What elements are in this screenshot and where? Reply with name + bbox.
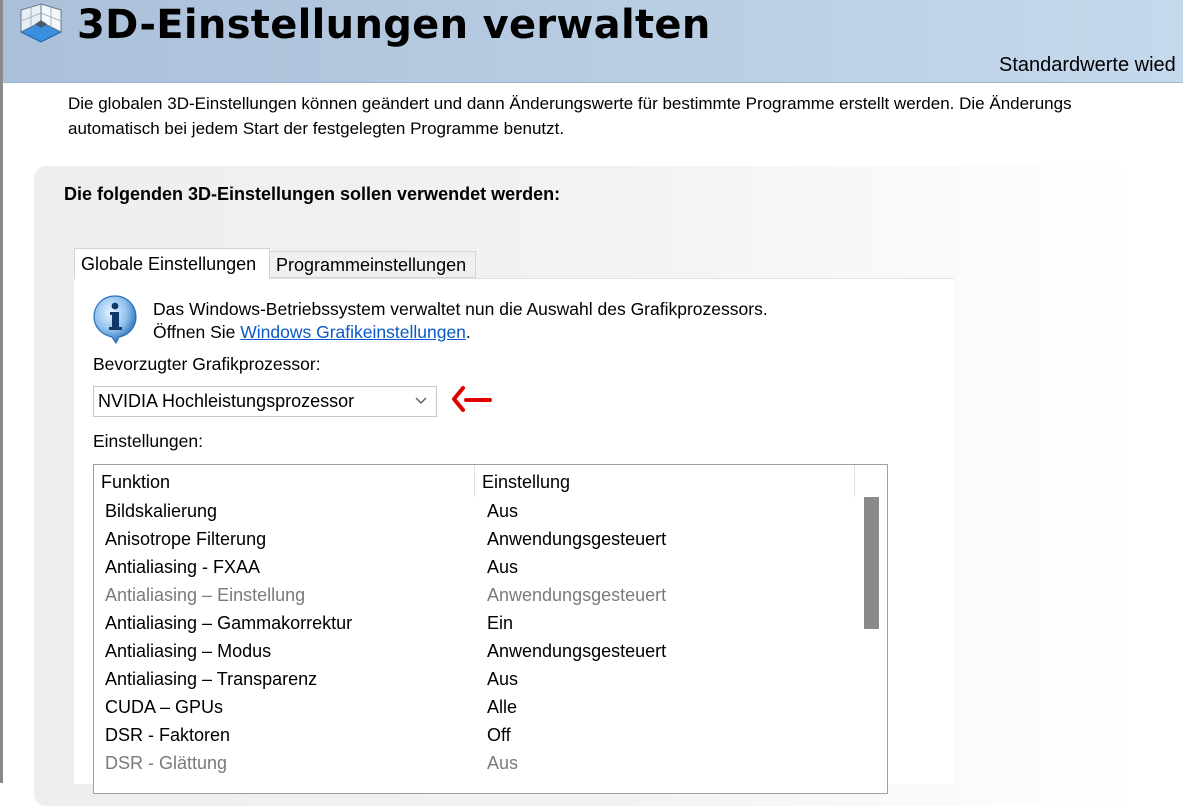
cell-function: CUDA – GPUs: [105, 697, 224, 717]
windows-graphics-settings-link[interactable]: Windows Grafikeinstellungen: [240, 322, 466, 342]
cell-setting: Ein: [487, 613, 514, 633]
chevron-down-icon: [415, 397, 427, 404]
info-line-2-prefix: Öffnen Sie: [153, 322, 241, 342]
cell-setting: Anwendungsgesteuert: [487, 529, 667, 549]
cell-function: Anisotrope Filterung: [105, 529, 267, 549]
table-row[interactable]: DSR - Faktoren Off: [94, 721, 854, 749]
settings-table: Funktion Einstellung Bildskalierung Aus An…: [93, 464, 888, 794]
info-line-1: Das Windows-Betriebssystem verwaltet nun…: [153, 299, 768, 319]
preferred-gpu-select[interactable]: NVIDIA Hochleistungsprozessor: [93, 386, 437, 417]
window-left-border: [0, 0, 3, 783]
cell-function: Antialiasing – Modus: [105, 641, 272, 661]
restore-defaults-link[interactable]: Standardwerte wied: [999, 54, 1176, 77]
preferred-gpu-label: Bevorzugter Grafikprozessor:: [93, 354, 321, 374]
table-row[interactable]: DSR - Glättung Aus: [94, 749, 854, 777]
table-row[interactable]: Antialiasing – Gammakorrektur Ein: [94, 609, 854, 637]
cell-function: Bildskalierung: [105, 501, 218, 521]
cell-setting: Alle: [487, 697, 518, 717]
table-row[interactable]: Antialiasing – Transparenz Aus: [94, 665, 854, 693]
settings-label: Einstellungen:: [93, 431, 203, 451]
table-header: Funktion Einstellung: [94, 465, 855, 497]
intro-description: Die globalen 3D-Einstellungen können geä…: [68, 91, 1183, 141]
table-row[interactable]: Bildskalierung Aus: [94, 497, 854, 525]
cell-setting: Aus: [487, 501, 519, 521]
table-row[interactable]: Antialiasing – Modus Anwendungsgesteuert: [94, 637, 854, 665]
info-message: Das Windows-Betriebssystem verwaltet nun…: [153, 298, 768, 344]
table-row[interactable]: Antialiasing – Einstellung Anwendungsgest…: [94, 581, 854, 609]
tab-program-settings[interactable]: Programmeinstellungen: [270, 251, 476, 278]
info-icon: [93, 295, 137, 344]
page-title: 3D-Einstellungen verwalten: [77, 2, 711, 48]
cell-function: Antialiasing – Gammakorrektur: [105, 613, 353, 633]
column-header-setting[interactable]: Einstellung: [475, 465, 855, 497]
section-title: Die folgenden 3D-Einstellungen sollen ve…: [64, 184, 561, 204]
cell-setting: Aus: [487, 669, 519, 689]
column-header-function[interactable]: Funktion: [94, 465, 475, 497]
cell-setting: Anwendungsgesteuert: [487, 641, 667, 661]
page-header: 3D-Einstellungen verwalten Standardwerte…: [3, 0, 1183, 83]
table-row[interactable]: Antialiasing - FXAA Aus: [94, 553, 854, 581]
cell-setting: Off: [487, 725, 511, 745]
scrollbar-thumb[interactable]: [864, 497, 879, 629]
tab-strip: Globale Einstellungen Programmeinstellun…: [74, 248, 954, 279]
info-line-2-suffix: .: [465, 322, 471, 342]
tab-global-settings[interactable]: Globale Einstellungen: [74, 248, 270, 279]
cell-setting: Aus: [487, 557, 519, 577]
cell-function: Antialiasing – Einstellung: [105, 585, 306, 605]
cell-function: DSR - Glättung: [105, 753, 228, 773]
table-row[interactable]: CUDA – GPUs Alle: [94, 693, 854, 721]
intro-line-2: automatisch bei jedem Start der festgele…: [68, 119, 565, 138]
cell-setting: Aus: [487, 753, 519, 773]
3d-cube-icon: [19, 3, 63, 43]
cell-setting: Anwendungsgesteuert: [487, 585, 667, 605]
intro-line-1: Die globalen 3D-Einstellungen können geä…: [68, 94, 1072, 113]
cell-function: Antialiasing - FXAA: [105, 557, 261, 577]
preferred-gpu-value: NVIDIA Hochleistungsprozessor: [98, 391, 355, 411]
cell-function: Antialiasing – Transparenz: [105, 669, 318, 689]
info-line-2: Öffnen Sie Windows Grafikeinstellungen.: [153, 321, 768, 344]
red-arrow-annotation-icon: [452, 386, 492, 412]
table-row[interactable]: Anisotrope Filterung Anwendungsgesteuert: [94, 525, 854, 553]
cell-function: DSR - Faktoren: [105, 725, 231, 745]
